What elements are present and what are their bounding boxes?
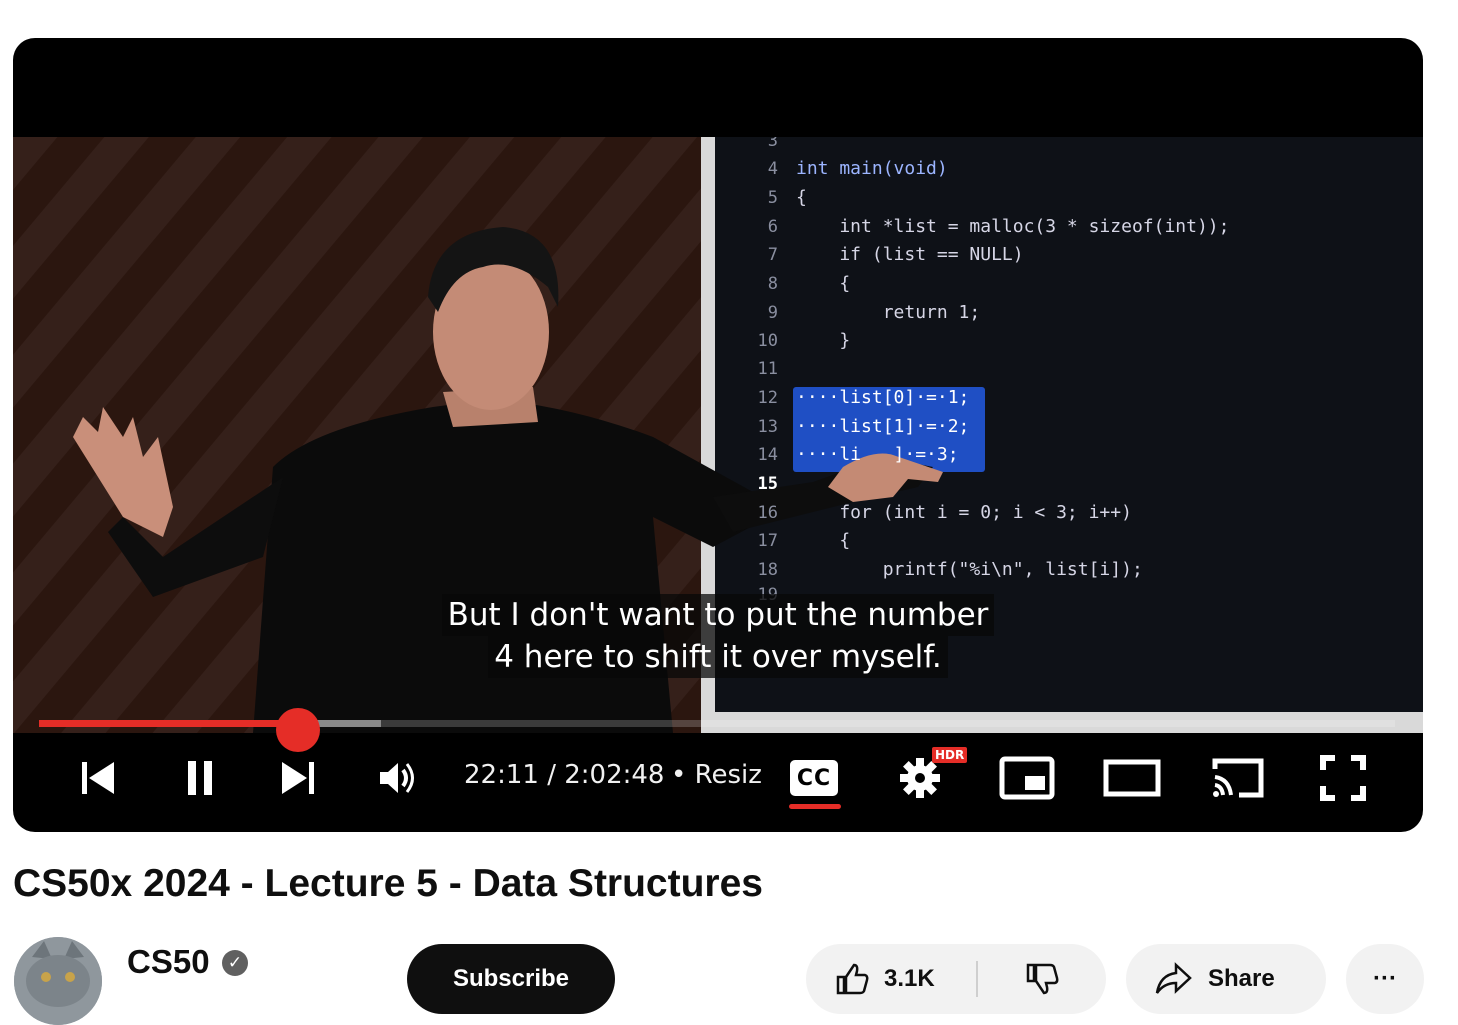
fullscreen-icon <box>1320 755 1366 801</box>
skip-next-icon <box>282 762 314 794</box>
subscribe-button[interactable]: Subscribe <box>407 944 615 1014</box>
share-icon <box>1155 962 1192 994</box>
line-number: 6 <box>767 217 778 237</box>
channel-avatar[interactable] <box>14 937 102 1025</box>
line-number: 15 <box>757 474 778 494</box>
video-title: CS50x 2024 - Lecture 5 - Data Structures <box>13 862 763 905</box>
skip-previous-icon <box>82 762 114 794</box>
theater-mode-button[interactable] <box>1103 750 1161 806</box>
code-line: if (list == NULL) <box>796 244 1024 265</box>
line-number: 17 <box>757 531 778 551</box>
caption-line: But I don't want to put the number <box>441 594 995 636</box>
line-number: 14 <box>757 445 778 465</box>
captions-active-indicator <box>789 804 841 809</box>
code-line: { <box>796 530 851 551</box>
volume-button[interactable] <box>371 750 425 806</box>
line-number: 12 <box>757 388 778 408</box>
line-number: 4 <box>767 159 778 179</box>
hdr-badge: HDR <box>932 747 968 763</box>
channel-name[interactable]: CS50 <box>127 943 210 981</box>
caption-line: 4 here to shift it over myself. <box>488 636 948 678</box>
like-dislike-group: 3.1K <box>806 944 1106 1014</box>
thumbs-down-icon <box>1026 963 1059 995</box>
cast-button[interactable] <box>1209 750 1267 806</box>
pause-icon <box>188 761 212 795</box>
dislike-button[interactable] <box>978 944 1106 1014</box>
time-display: 22:11 / 2:02:48 <box>464 760 664 790</box>
verified-badge-icon: ✓ <box>222 950 248 976</box>
like-button[interactable]: 3.1K <box>806 944 976 1014</box>
progress-bar[interactable] <box>39 708 1395 752</box>
code-line: ····list[1]·=·2; <box>796 416 970 437</box>
code-line: ····list[0]·=·1; <box>796 387 970 408</box>
line-number: 11 <box>757 359 778 379</box>
scrubber-handle[interactable] <box>276 708 320 752</box>
code-line: return 1; <box>796 302 981 323</box>
volume-icon <box>380 763 414 793</box>
cat-avatar-icon <box>14 937 102 1025</box>
captions: But I don't want to put the number 4 her… <box>13 594 1423 678</box>
code-line: } <box>796 330 851 351</box>
time-separator: / <box>547 760 556 790</box>
captions-button[interactable]: CC <box>790 760 838 796</box>
share-label: Share <box>1208 965 1275 992</box>
line-number: 3 <box>767 137 778 151</box>
next-button[interactable] <box>271 750 325 806</box>
code-line: ····li ]·=·3; <box>796 444 959 465</box>
like-count: 3.1K <box>884 965 935 992</box>
more-actions-button[interactable]: ··· <box>1346 944 1424 1014</box>
current-time: 22:11 <box>464 760 539 790</box>
duration: 2:02:48 <box>564 760 665 790</box>
progress-played <box>39 720 298 727</box>
line-number: 8 <box>767 274 778 294</box>
more-icon: ··· <box>1373 965 1397 992</box>
line-number: 7 <box>767 245 778 265</box>
line-number: 5 <box>767 188 778 208</box>
miniplayer-icon <box>999 756 1055 800</box>
miniplayer-button[interactable] <box>999 750 1055 806</box>
code-line: int main(void) <box>796 158 948 179</box>
thumbs-up-icon <box>836 963 869 995</box>
cast-icon <box>1212 758 1264 798</box>
code-line: int *list = malloc(3 * sizeof(int)); <box>796 216 1230 237</box>
line-number: 9 <box>767 303 778 323</box>
code-line: { <box>796 273 851 294</box>
line-number: 13 <box>757 417 778 437</box>
code-line: { <box>796 187 807 208</box>
pause-button[interactable] <box>173 750 227 806</box>
share-button[interactable]: Share <box>1126 944 1326 1014</box>
video-player[interactable]: 3 4 int main(void) 5 { 6 int *list = mal… <box>13 38 1423 832</box>
theater-mode-icon <box>1103 759 1161 797</box>
chapter-title[interactable]: • Resiz <box>671 760 762 790</box>
line-number: 10 <box>757 331 778 351</box>
line-number: 18 <box>757 560 778 580</box>
previous-button[interactable] <box>71 750 125 806</box>
code-line: for (int i = 0; i < 3; i++) <box>796 502 1132 523</box>
line-number: 16 <box>757 503 778 523</box>
fullscreen-button[interactable] <box>1317 750 1369 806</box>
code-line: printf("%i\n", list[i]); <box>796 559 1143 580</box>
